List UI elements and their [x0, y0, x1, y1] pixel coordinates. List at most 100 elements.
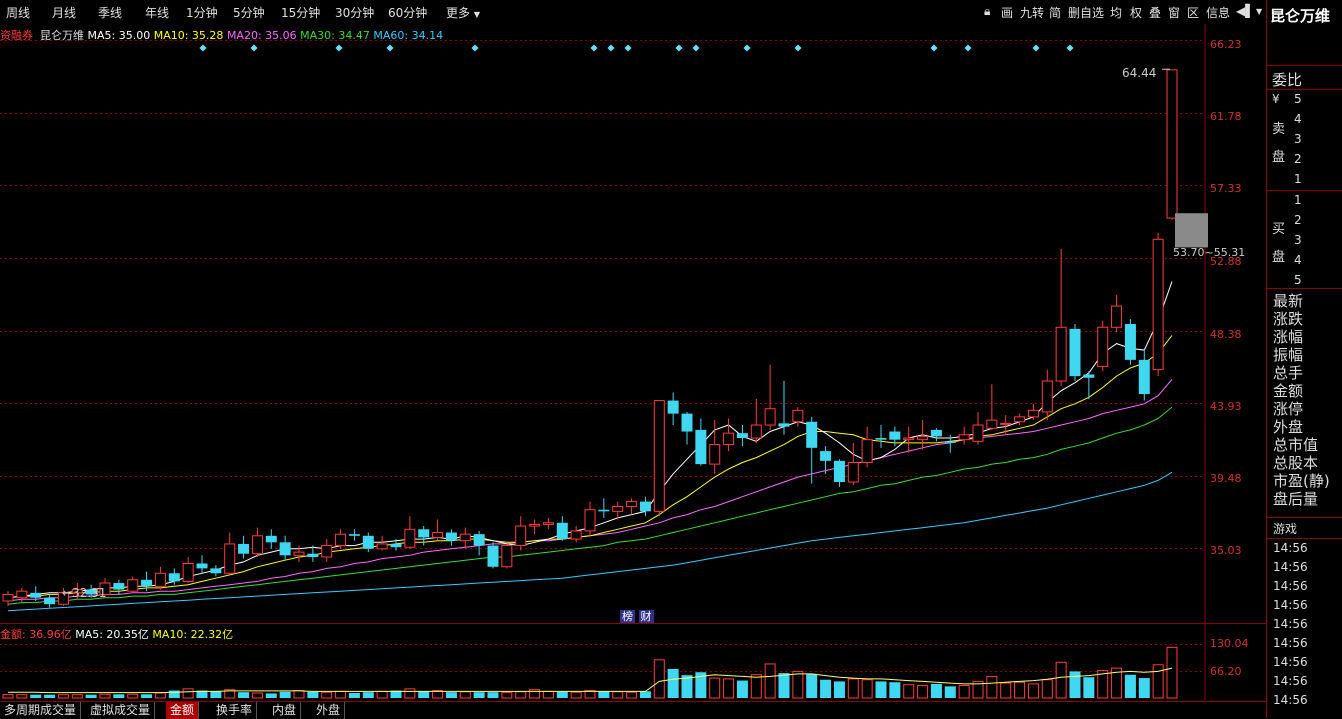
volume-bar: [321, 691, 333, 699]
tool-window[interactable]: 窗: [1168, 4, 1180, 21]
volume-bar: [1138, 678, 1150, 698]
panel-dropdown-icon[interactable]: ▼: [1256, 7, 1262, 16]
sell-label-2: 盘: [1272, 150, 1286, 165]
candle: [695, 418, 707, 466]
tool-range[interactable]: 区: [1187, 4, 1199, 21]
volume-bar: [958, 685, 970, 699]
period-monthly[interactable]: 月线: [52, 4, 76, 21]
volume-bar: [154, 692, 166, 699]
collapse-left-icon[interactable]: ◀▌: [1236, 4, 1254, 18]
candle: [723, 418, 735, 452]
tab-inner-volume[interactable]: 内盘: [268, 702, 302, 719]
volume-bar: [806, 673, 818, 698]
tick-time: 14:56: [1273, 541, 1308, 555]
period-5min[interactable]: 5分钟: [233, 4, 265, 21]
period-1min[interactable]: 1分钟: [186, 4, 218, 21]
volume-bar: [362, 692, 374, 698]
tool-jiuzhuan[interactable]: 九转: [1020, 4, 1044, 21]
volume-bar: [99, 693, 111, 699]
volume-bar: [238, 692, 250, 698]
candle-body: [1152, 238, 1164, 371]
buy-level: 2: [1294, 213, 1302, 227]
period-15min[interactable]: 15分钟: [281, 4, 320, 21]
tab-multi-period-volume[interactable]: 多周期成交量: [0, 702, 82, 719]
period-60min[interactable]: 60分钟: [388, 4, 427, 21]
volume-bar: [833, 681, 845, 698]
candle: [1124, 319, 1136, 365]
candle-body: [1083, 374, 1095, 378]
period-30min[interactable]: 30分钟: [335, 4, 374, 21]
tool-simple[interactable]: 简: [1049, 4, 1061, 21]
buy-level: 3: [1294, 233, 1302, 247]
turnover-chart[interactable]: 金额: 36.96亿 MA5: 20.35亿 MA10: 22.32亿 130.…: [0, 624, 1266, 700]
period-toolbar: 周线 月线 季线 年线 1分钟 5分钟 15分钟 30分钟 60分钟 更多 ▼ …: [0, 0, 1266, 24]
sell-level: 4: [1294, 112, 1302, 126]
tab-virtual-volume[interactable]: 虚拟成交量: [86, 702, 156, 719]
list-tag[interactable]: 榜: [620, 610, 635, 623]
volume-bar: [515, 691, 527, 699]
tool-info[interactable]: 信息: [1206, 4, 1230, 21]
candle-body: [612, 505, 624, 512]
event-marker: [964, 44, 972, 52]
tool-average[interactable]: 均: [1110, 4, 1122, 21]
candle: [556, 516, 568, 541]
candle: [1069, 324, 1081, 382]
period-yearly[interactable]: 年线: [145, 4, 169, 21]
candle-body: [1000, 422, 1012, 425]
volume-bar: [141, 694, 153, 698]
tab-turnover-amount[interactable]: 金额: [166, 702, 200, 719]
event-marker: [590, 44, 598, 52]
volume-bar: [556, 691, 568, 698]
candle: [958, 426, 970, 445]
buy-label-2: 盘: [1272, 250, 1286, 265]
finance-tag[interactable]: 财: [638, 610, 654, 623]
period-quarter[interactable]: 季线: [98, 4, 122, 21]
volume-bar: [251, 692, 263, 699]
volume-bar: [750, 674, 762, 699]
candle-body: [210, 568, 222, 574]
divider: [1267, 89, 1342, 90]
candle-body: [376, 543, 388, 550]
candle: [1138, 348, 1150, 401]
candle-body: [404, 528, 416, 548]
candle: [681, 411, 693, 445]
buy-label-1: 买: [1272, 222, 1286, 237]
candle-body: [515, 525, 527, 547]
volume-bar: [612, 691, 624, 699]
candlestick-chart[interactable]: 资融券 昆仑万维 MA5: 35.00 MA10: 35.28 MA20: 35…: [0, 24, 1266, 624]
sell-label-1: 卖: [1272, 122, 1286, 137]
volume-bar: [348, 693, 360, 698]
candle: [1111, 294, 1123, 333]
indicator-tabs: 多周期成交量 虚拟成交量 金额 换手率 内盘 外盘: [0, 701, 1266, 719]
volume-bar: [1083, 677, 1095, 698]
lock-icon[interactable]: 🔒︎: [984, 4, 990, 19]
candle-body: [487, 545, 499, 567]
candle-body: [750, 424, 762, 439]
candle: [487, 542, 499, 569]
volume-bar: [639, 691, 651, 698]
candle-body: [293, 551, 305, 556]
period-more[interactable]: 更多 ▼: [446, 4, 480, 21]
tool-draw[interactable]: 画: [1001, 4, 1013, 21]
tool-remove-watchlist[interactable]: 删自选: [1068, 4, 1104, 21]
candle: [736, 425, 748, 447]
period-weekly[interactable]: 周线: [6, 4, 30, 21]
candle-body: [681, 413, 693, 432]
price-tick: 43.93: [1210, 400, 1242, 413]
event-marker: [1032, 44, 1040, 52]
event-marker: [607, 44, 615, 52]
tool-rights[interactable]: 权: [1130, 4, 1142, 21]
tab-turnover-rate[interactable]: 换手率: [212, 702, 258, 719]
candle: [432, 519, 444, 541]
tab-outer-volume[interactable]: 外盘: [312, 702, 346, 719]
candle: [44, 594, 56, 608]
event-marker: [930, 44, 938, 52]
divider: [1267, 538, 1342, 539]
volume-bar: [418, 691, 430, 698]
tick-time: 14:56: [1273, 579, 1308, 593]
tool-overlay[interactable]: 叠: [1149, 4, 1161, 21]
candle-body: [127, 579, 139, 592]
turnover-ma5-label: MA5: 20.35亿: [75, 628, 149, 641]
volume-bar: [376, 690, 388, 699]
sector-label[interactable]: 游戏: [1273, 520, 1297, 537]
